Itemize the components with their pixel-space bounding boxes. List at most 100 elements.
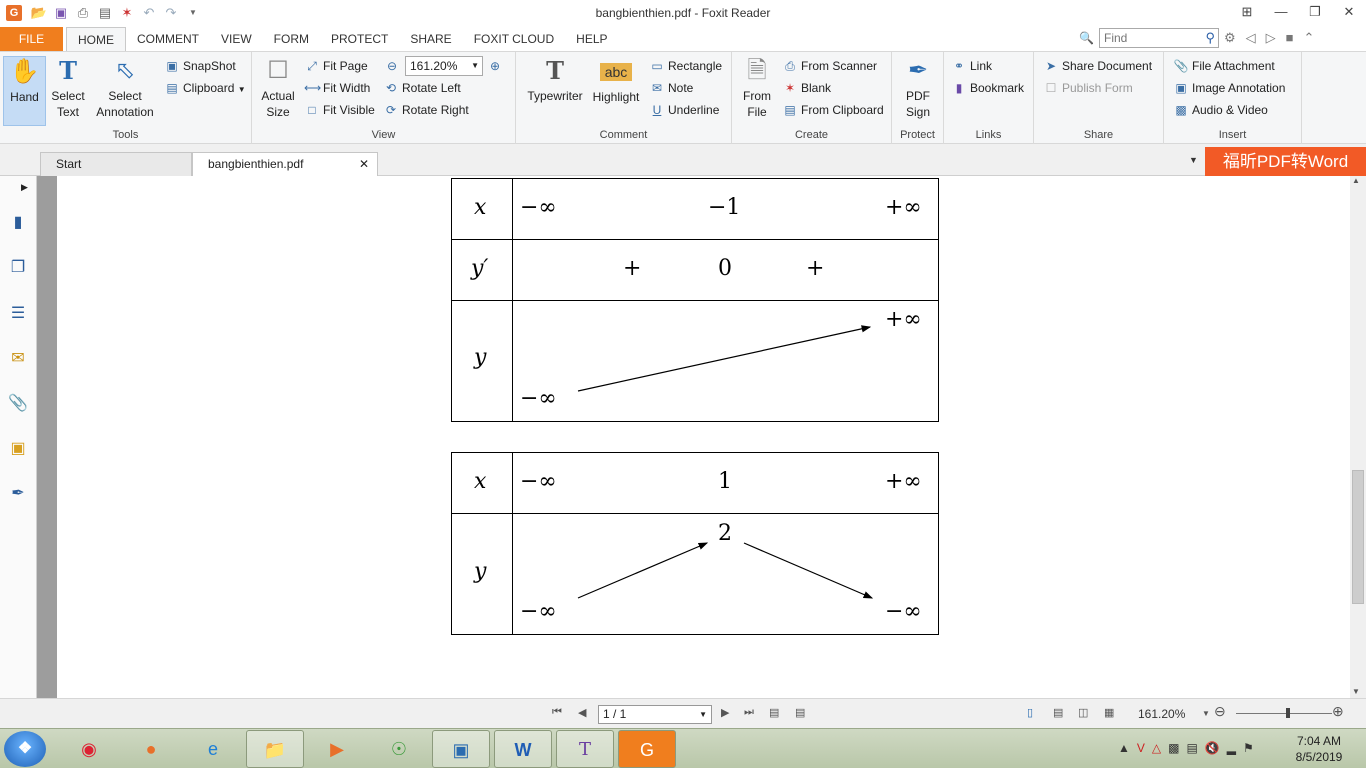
publish-form-button[interactable]: ☐ Publish Form (1043, 78, 1133, 98)
collapse-ribbon-icon[interactable]: ⌃ (1304, 30, 1315, 46)
file-explorer-icon[interactable]: 📁 (246, 730, 304, 768)
last-page-icon[interactable]: ⏭ (744, 706, 754, 719)
action-center-flag-icon[interactable]: ⚑ (1243, 741, 1254, 755)
hand-tool-button[interactable]: ✋ Hand (3, 56, 46, 126)
internet-explorer-icon[interactable]: e (184, 730, 242, 768)
layers-panel-icon[interactable]: ☰ (7, 303, 29, 325)
attachments-panel-icon[interactable]: 📎 (7, 393, 29, 415)
tab-file[interactable]: FILE (0, 27, 63, 51)
continuous-facing-icon[interactable]: ▦ (1104, 706, 1114, 719)
acrobat-tray-icon[interactable]: △ (1152, 741, 1161, 755)
tab-home[interactable]: HOME (66, 27, 126, 52)
tab-help[interactable]: HELP (565, 27, 618, 51)
rotate-left-button[interactable]: ⟲ Rotate Left (383, 78, 461, 98)
find-input[interactable] (1100, 29, 1196, 47)
user-avatar-icon[interactable]: ■ (1286, 30, 1294, 46)
file-attachment-button[interactable]: 📎 File Attachment (1173, 56, 1275, 76)
snapshot-button[interactable]: ▣ SnapShot (164, 56, 235, 76)
actual-size-button[interactable]: ☐ Actual Size (260, 56, 296, 120)
tray-expand-icon[interactable]: ▲ (1118, 741, 1130, 755)
note-button[interactable]: ✉ Note (649, 78, 693, 98)
link-button[interactable]: ⚭ Link (951, 56, 992, 76)
media-player-icon[interactable]: ▶ (308, 730, 366, 768)
zoom-level[interactable]: 161.20% (1138, 707, 1185, 721)
antivirus-icon[interactable]: V (1137, 741, 1145, 755)
network-icon[interactable]: ▤ (1186, 741, 1197, 755)
prev-page-icon[interactable]: ◀ (578, 706, 586, 719)
tab-protect[interactable]: PROTECT (320, 27, 399, 51)
expand-panel-icon[interactable]: ▶ (21, 182, 28, 193)
promo-banner[interactable]: 福昕PDF转Word (1205, 147, 1366, 177)
comments-panel-icon[interactable]: ✉ (7, 348, 29, 370)
select-annotation-button[interactable]: ⬁ Select Annotation (92, 56, 158, 120)
blank-button[interactable]: ✶ Blank (782, 78, 831, 98)
next-page-icon[interactable]: ▶ (721, 706, 729, 719)
zoom-out-icon[interactable]: ⊖ (1214, 703, 1226, 720)
zoom-slider-knob[interactable] (1286, 708, 1290, 718)
first-page-icon[interactable]: ⏮ (552, 706, 562, 719)
next-view-icon[interactable]: ▤ (795, 706, 805, 719)
tab-share[interactable]: SHARE (399, 27, 462, 51)
signal-bars-icon[interactable]: ▂ (1227, 741, 1236, 755)
security-panel-icon[interactable]: ▣ (7, 438, 29, 460)
tab-form[interactable]: FORM (263, 27, 320, 51)
network-app-icon[interactable]: ▣ (432, 730, 490, 768)
foxit-taskbar-icon[interactable]: G (618, 730, 676, 768)
signatures-panel-icon[interactable]: ✒ (7, 483, 29, 505)
pdf-sign-button[interactable]: ✒ PDF Sign (900, 56, 936, 120)
select-text-button[interactable]: T Select Text (48, 56, 88, 120)
search-icon[interactable]: ⚲ (1205, 30, 1215, 46)
rectangle-button[interactable]: ▭ Rectangle (649, 56, 722, 76)
settings-gear-icon[interactable]: ⚙ (1224, 30, 1236, 46)
tab-view[interactable]: VIEW (210, 27, 263, 51)
word-icon[interactable]: W (494, 730, 552, 768)
single-page-icon[interactable]: ▯ (1027, 706, 1033, 719)
scroll-up-icon[interactable]: ▲ (1352, 176, 1360, 185)
image-annotation-button[interactable]: ▣ Image Annotation (1173, 78, 1285, 98)
scroll-thumb[interactable] (1352, 470, 1364, 604)
minimize-button[interactable]: — (1264, 0, 1298, 24)
start-button[interactable]: ❖ (4, 731, 46, 767)
from-file-button[interactable]: 🗎 From File (738, 56, 776, 120)
continuous-page-icon[interactable]: ▤ (1053, 706, 1063, 719)
close-window-button[interactable]: ✕ (1332, 0, 1366, 24)
tab-comment[interactable]: COMMENT (126, 27, 210, 51)
ribbon-options-icon[interactable]: ⊞ (1230, 0, 1264, 24)
tab-bangbienthien[interactable]: bangbienthien.pdf ✕ (192, 152, 378, 176)
bookmark-button[interactable]: ▮ Bookmark (951, 78, 1024, 98)
typewriter-button[interactable]: T Typewriter (524, 56, 586, 104)
zoom-select[interactable]: 161.20% ▼ (405, 56, 483, 76)
find-folder-icon[interactable]: 🔍 (1079, 31, 1094, 45)
restore-button[interactable]: ❐ (1298, 0, 1332, 24)
next-arrow-icon[interactable]: ▷ (1266, 30, 1276, 46)
bookmarks-panel-icon[interactable]: ▮ (7, 212, 29, 234)
rotate-right-button[interactable]: ⟳ Rotate Right (383, 100, 469, 120)
fit-width-button[interactable]: ⟷ Fit Width (304, 78, 370, 98)
prev-arrow-icon[interactable]: ◁ (1246, 30, 1256, 46)
usb-device-icon[interactable]: ▩ (1168, 741, 1179, 755)
zoom-dropdown-icon[interactable]: ▼ (1202, 709, 1210, 718)
texmaker-icon[interactable]: T (556, 730, 614, 768)
fit-visible-button[interactable]: □ Fit Visible (304, 100, 374, 120)
page-number-field[interactable]: 1 / 1 ▼ (598, 705, 712, 724)
from-scanner-button[interactable]: ⎙ From Scanner (782, 56, 877, 76)
zoom-in-icon[interactable]: ⊕ (487, 56, 506, 76)
scroll-down-icon[interactable]: ▼ (1352, 687, 1360, 696)
highlight-button[interactable]: abc Highlight (590, 56, 642, 105)
zoom-in-icon[interactable]: ⊕ (1332, 703, 1344, 720)
previous-view-icon[interactable]: ▤ (769, 706, 779, 719)
tab-start[interactable]: Start (40, 152, 192, 176)
close-tab-icon[interactable]: ✕ (359, 153, 369, 175)
underline-button[interactable]: U Underline (649, 100, 720, 120)
pages-panel-icon[interactable]: ❐ (7, 257, 29, 279)
firefox-icon[interactable]: ● (122, 730, 180, 768)
green-app-icon[interactable]: ☉ (370, 730, 428, 768)
clipboard-button[interactable]: ▤ Clipboard ▼ (164, 78, 245, 98)
zoom-slider[interactable] (1236, 708, 1332, 718)
zoom-out-icon[interactable]: ⊖ (384, 56, 403, 76)
find-field[interactable]: ⚲ (1099, 28, 1219, 48)
share-document-button[interactable]: ➤ Share Document (1043, 56, 1152, 76)
fit-page-button[interactable]: ⤢ Fit Page (304, 56, 368, 76)
facing-page-icon[interactable]: ◫ (1078, 706, 1088, 719)
audio-video-button[interactable]: ▩ Audio & Video (1173, 100, 1268, 120)
